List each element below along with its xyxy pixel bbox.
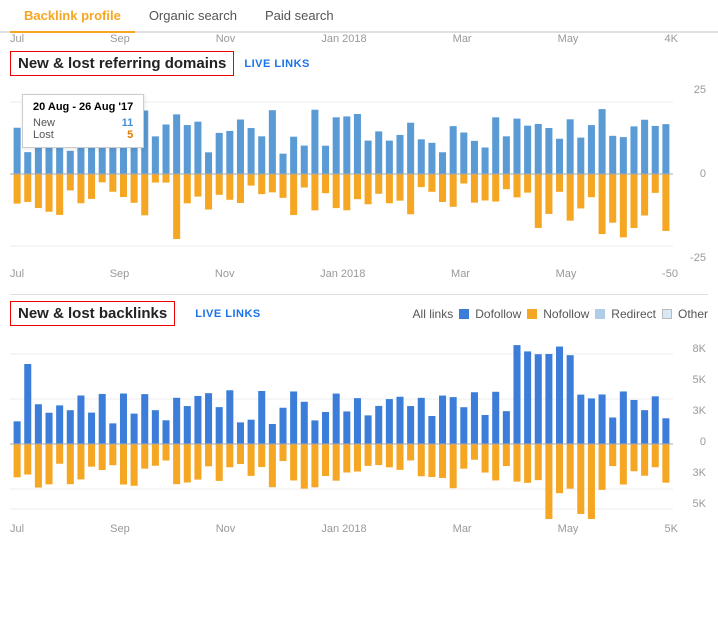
chart1-container: 20 Aug - 26 Aug '17 New 11 Lost 5 25 bbox=[10, 84, 708, 264]
chart2-y-axis: 8K 5K 3K 0 3K 5K bbox=[678, 334, 708, 519]
tab-bar: Backlink profile Organic search Paid sea… bbox=[0, 0, 718, 33]
chart2-legend: All links Dofollow Nofollow Redirect Oth… bbox=[413, 307, 708, 321]
chart1-live-links[interactable]: LIVE LINKS bbox=[244, 58, 310, 70]
legend-redirect bbox=[595, 309, 605, 319]
chart1-y-axis: 25 0 -25 bbox=[678, 84, 708, 264]
section-divider bbox=[10, 294, 708, 295]
chart1-bottom-axis: Jul Sep Nov Jan 2018 Mar May -50 bbox=[0, 264, 718, 284]
tab-paid-search[interactable]: Paid search bbox=[251, 0, 348, 31]
tab-organic-search[interactable]: Organic search bbox=[135, 0, 251, 31]
chart2-title: New & lost backlinks bbox=[10, 301, 175, 326]
chart1-header: New & lost referring domains LIVE LINKS bbox=[10, 51, 708, 76]
legend-dofollow bbox=[459, 309, 469, 319]
chart2-header: New & lost backlinks LIVE LINKS All link… bbox=[10, 301, 708, 326]
chart1-title: New & lost referring domains bbox=[10, 51, 234, 76]
legend-nofollow bbox=[527, 309, 537, 319]
chart1-tooltip: 20 Aug - 26 Aug '17 New 11 Lost 5 bbox=[22, 94, 144, 148]
chart1-area: 20 Aug - 26 Aug '17 New 11 Lost 5 25 bbox=[10, 84, 708, 264]
chart2-bottom-axis: Jul Sep Nov Jan 2018 Mar May 5K bbox=[0, 519, 718, 539]
chart2-container: 8K 5K 3K 0 3K 5K bbox=[10, 334, 708, 519]
legend-other bbox=[662, 309, 672, 319]
chart2-svg bbox=[10, 334, 673, 519]
chart2-live-links[interactable]: LIVE LINKS bbox=[195, 308, 261, 320]
top-x-axis: Jul Sep Nov Jan 2018 Mar May 4K bbox=[0, 33, 718, 45]
tab-backlink-profile[interactable]: Backlink profile bbox=[10, 0, 135, 33]
chart2-area: 8K 5K 3K 0 3K 5K bbox=[10, 334, 708, 519]
